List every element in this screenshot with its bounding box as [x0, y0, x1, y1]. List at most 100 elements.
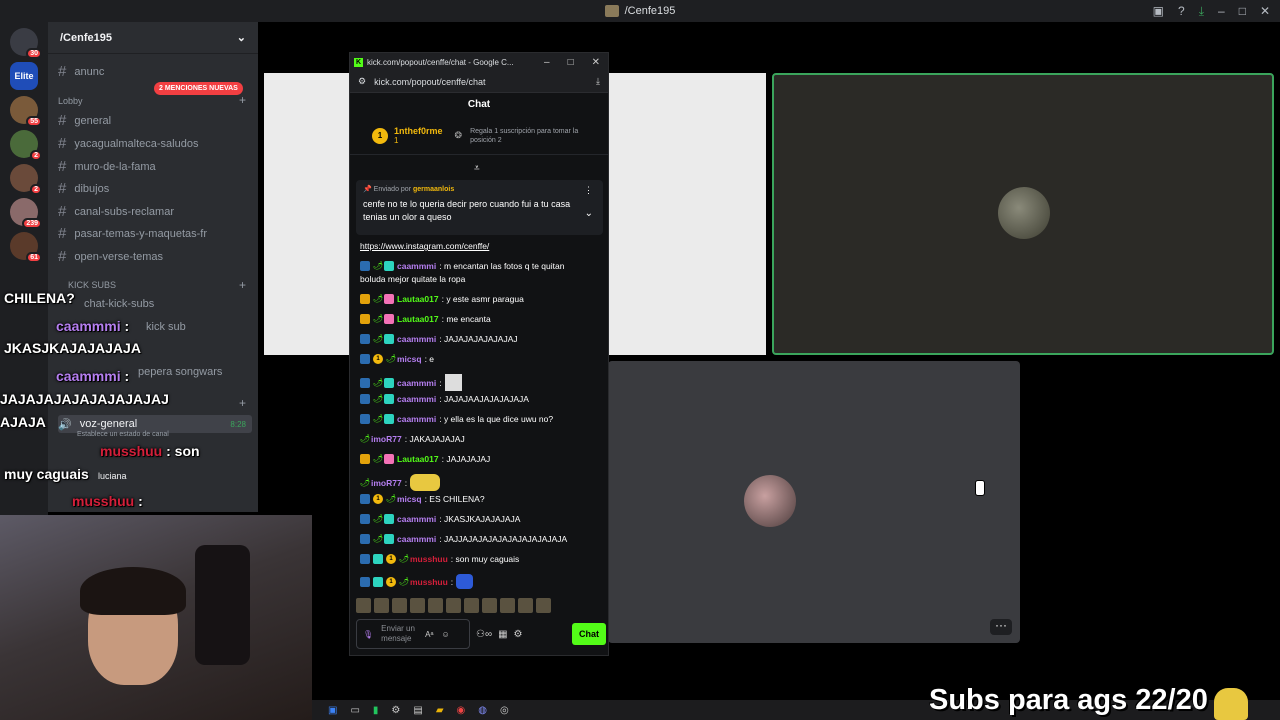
server-item-0[interactable]: 30	[10, 28, 42, 59]
maximize-icon[interactable]: □	[1239, 4, 1246, 18]
channel-kick-sub[interactable]: kick sub	[146, 321, 186, 333]
close-icon[interactable]: ✕	[592, 57, 600, 68]
add-channel-icon[interactable]: +	[239, 278, 246, 292]
channel-anunc[interactable]: # anunc	[58, 63, 104, 80]
emote-button[interactable]	[518, 598, 533, 613]
emote-button[interactable]	[536, 598, 551, 613]
chat-username[interactable]: imoR77	[371, 478, 402, 488]
chat-message[interactable]: 🌶 caammmi:	[360, 374, 462, 391]
chat-username[interactable]: caammmi	[397, 534, 436, 544]
chat-input[interactable]: 🎙 Enviar un mensaje Aᵃ ☺	[356, 619, 470, 649]
channel-saludos[interactable]: # yacagualmalteca-saludos	[58, 135, 198, 152]
chat-username[interactable]: caammmi	[397, 378, 436, 388]
category-lobby[interactable]: Lobby	[58, 96, 83, 106]
send-chat-button[interactable]: Chat	[572, 623, 606, 645]
channel-open-verse[interactable]: # open-verse-temas	[58, 248, 163, 265]
server-item-5[interactable]: 239	[10, 198, 42, 229]
channel-general[interactable]: # general	[58, 112, 111, 129]
chat-message[interactable]: 1 🌶 micsq: e	[360, 354, 434, 364]
site-settings-icon[interactable]: ⚙	[358, 76, 366, 87]
chat-username[interactable]: caammmi	[397, 394, 436, 404]
channel-pasar-temas[interactable]: # pasar-temas-y-maquetas-fr	[58, 225, 207, 242]
emote-button[interactable]	[356, 598, 371, 613]
chat-username[interactable]: imoR77	[371, 434, 402, 444]
chat-username[interactable]: Lautaa017	[397, 294, 439, 304]
inbox-icon[interactable]: ▣	[1153, 4, 1164, 18]
chat-message[interactable]: 🌶 Lautaa017: y este asmr paragua	[360, 294, 524, 304]
chat-username[interactable]: caammmi	[397, 261, 436, 271]
maximize-icon[interactable]: □	[568, 57, 574, 68]
obs-icon[interactable]: ◎	[500, 705, 509, 716]
emote-button[interactable]	[464, 598, 479, 613]
chat-username[interactable]: caammmi	[397, 334, 436, 344]
emote-button[interactable]	[482, 598, 497, 613]
top-gifter[interactable]: 1nthef0rme 1	[394, 126, 443, 145]
emote-button[interactable]	[374, 598, 389, 613]
users-icon[interactable]: ⚇∞	[476, 629, 492, 640]
chat-username[interactable]: micsq	[397, 354, 422, 364]
close-icon[interactable]: ✕	[1260, 4, 1270, 18]
emote-button[interactable]	[410, 598, 425, 613]
discord-icon[interactable]: ◍	[478, 705, 487, 716]
add-channel-icon[interactable]: +	[239, 93, 246, 107]
chrome-icon[interactable]: ◉	[457, 705, 466, 716]
help-icon[interactable]: ?	[1178, 4, 1185, 18]
channel-subs-reclamar[interactable]: # canal-subs-reclamar	[58, 203, 174, 220]
chat-username[interactable]: musshuu	[410, 554, 448, 564]
emote-button[interactable]	[392, 598, 407, 613]
chat-username[interactable]: musshuu	[410, 577, 448, 587]
chat-message[interactable]: 🌶 imoR77: JAKAJAJAJAJ	[360, 434, 465, 444]
download-icon[interactable]: ⤓	[1199, 4, 1204, 19]
chat-message[interactable]: 🌶 imoR77:	[360, 474, 441, 491]
call-tile-speaking[interactable]	[772, 73, 1274, 355]
guild-header[interactable]: /Cenfe195 ⌄	[48, 22, 258, 54]
chat-username[interactable]: caammmi	[397, 514, 436, 524]
folder-icon[interactable]: ▰	[436, 705, 444, 716]
server-item-4[interactable]: 2	[10, 164, 42, 195]
emote-button[interactable]	[500, 598, 515, 613]
chat-message[interactable]: 🌶 Lautaa017: me encanta	[360, 314, 491, 324]
chat-message[interactable]: 🌶 caammmi: JAJJAJAJAJAJAJAJAJAJAJAJA	[360, 534, 567, 544]
add-channel-icon[interactable]: +	[239, 396, 246, 410]
voice-status[interactable]: Establece un estado de canal	[77, 431, 169, 438]
chat-message[interactable]: 🌶 caammmi: JKASJKAJAJAJAJA	[360, 514, 520, 524]
chat-message[interactable]: 🌶 caammmi: y ella es la que dice uwu no?	[360, 414, 553, 424]
pinned-message[interactable]: 📌 Enviado por germaanlois cenfe no te lo…	[356, 180, 603, 235]
download-icon[interactable]: ⤓	[596, 76, 600, 87]
scroll-down-icon[interactable]: ⩡	[474, 163, 480, 174]
chat-message[interactable]: 🌶 Lautaa017: JAJAJAJAJ	[360, 454, 490, 464]
chat-message[interactable]: 🌶 caammmi: m encantan las fotos q te quit…	[360, 261, 564, 271]
voice-user[interactable]: luciana	[98, 471, 127, 481]
chat-username[interactable]: Lautaa017	[397, 454, 439, 464]
minimize-icon[interactable]: –	[544, 57, 550, 68]
chat-message[interactable]: 1 🌶 musshuu: son muy caguais	[360, 554, 519, 564]
emoji-icon[interactable]: ☺	[441, 630, 449, 639]
call-tile-user[interactable]: ···	[608, 361, 1020, 643]
chat-username[interactable]: micsq	[397, 494, 422, 504]
chevron-down-icon[interactable]: ⌄	[585, 208, 593, 219]
category-kick-subs[interactable]: KICK SUBS	[68, 280, 116, 290]
emote-button[interactable]	[446, 598, 461, 613]
server-item-1[interactable]: Elite	[10, 62, 38, 90]
epic-icon[interactable]: ▤	[413, 705, 422, 716]
more-options-icon[interactable]: ···	[990, 619, 1012, 635]
channel-chat-kick-subs[interactable]: chat-kick-subs	[84, 298, 154, 310]
chat-message[interactable]: 1 🌶 micsq: ES CHILENA?	[360, 494, 485, 504]
more-options-icon[interactable]: ⋮	[584, 185, 593, 196]
outlook-icon[interactable]: ▣	[328, 705, 337, 716]
settings-icon[interactable]: ⚙	[514, 629, 523, 640]
server-item-2[interactable]: 55	[10, 96, 42, 127]
server-item-3[interactable]: 2	[10, 130, 42, 161]
chat-message[interactable]: 🌶 caammmi: JAJAJAJAJAJAJAJ	[360, 334, 518, 344]
instagram-link[interactable]: https://www.instagram.com/cenffe/	[360, 241, 489, 251]
mentions-pill[interactable]: 2 MENCIONES NUEVAS	[154, 82, 243, 95]
channel-muro[interactable]: # muro-de-la-fama	[58, 158, 156, 175]
translate-icon[interactable]: Aᵃ	[425, 630, 433, 639]
address-bar[interactable]: ⚙ kick.com/popout/cenffe/chat ⤓	[350, 71, 608, 93]
channel-dibujos[interactable]: # dibujos	[58, 180, 109, 197]
chat-message[interactable]: 1 🌶 musshuu:	[360, 574, 474, 589]
chat-username[interactable]: caammmi	[397, 414, 436, 424]
store-icon[interactable]: ▦	[498, 629, 507, 640]
steam-icon[interactable]: ⚙	[391, 705, 400, 716]
monitor-icon[interactable]: ▭	[350, 705, 359, 716]
